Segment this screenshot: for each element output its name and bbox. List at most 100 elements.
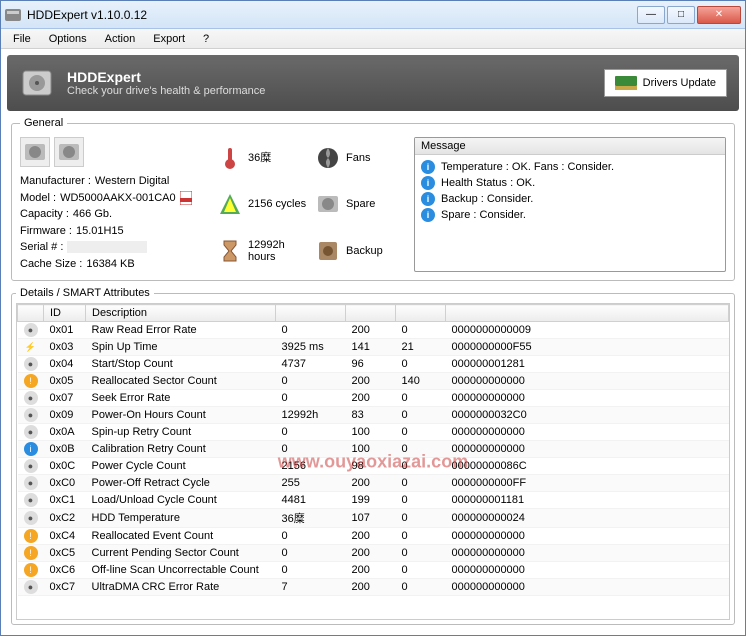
table-row[interactable]: ●0x07Seek Error Rate02000000000000000 (18, 390, 729, 407)
cell-desc: Start/Stop Count (86, 356, 276, 373)
cell-id: 0x07 (44, 390, 86, 407)
menu-action[interactable]: Action (97, 31, 144, 47)
maximize-button[interactable]: □ (667, 6, 695, 24)
cell-v4: 000000000024 (446, 509, 729, 528)
cell-v1: 36糜 (276, 509, 346, 528)
app-window: HDDExpert v1.10.0.12 — □ ✕ File Options … (0, 0, 746, 636)
message-row: iHealth Status : OK. (421, 175, 719, 191)
col-v3[interactable] (396, 305, 446, 322)
serial-label: Serial # : (20, 239, 63, 256)
cell-v4: 000000001181 (446, 492, 729, 509)
drivers-update-label: Drivers Update (643, 77, 716, 89)
smart-table-scroll[interactable]: www.ouyaoxiazai.com ID Description (16, 303, 730, 620)
cell-desc: Reallocated Event Count (86, 528, 276, 545)
drive-button-1[interactable] (20, 137, 50, 167)
cell-id: 0x03 (44, 339, 86, 356)
messages-panel: Message iTemperature : OK. Fans : Consid… (414, 137, 726, 272)
cell-id: 0x09 (44, 407, 86, 424)
status-icon: ● (24, 580, 38, 594)
table-row[interactable]: ●0xC2HDD Temperature36糜1070000000000024 (18, 509, 729, 528)
table-row[interactable]: ●0xC7UltraDMA CRC Error Rate720000000000… (18, 579, 729, 596)
table-row[interactable]: !0xC5Current Pending Sector Count0200000… (18, 545, 729, 562)
drive-button-2[interactable] (54, 137, 84, 167)
close-button[interactable]: ✕ (697, 6, 741, 24)
info-icon: i (421, 160, 435, 174)
titlebar[interactable]: HDDExpert v1.10.0.12 — □ ✕ (1, 1, 745, 29)
table-row[interactable]: ⚡0x03Spin Up Time3925 ms141210000000000F… (18, 339, 729, 356)
status-icon: ⚡ (24, 340, 38, 354)
col-v1[interactable] (276, 305, 346, 322)
banner-subtitle: Check your drive's health & performance (67, 85, 265, 97)
cell-v1: 7 (276, 579, 346, 596)
menu-export[interactable]: Export (145, 31, 193, 47)
cell-v2: 100 (346, 441, 396, 458)
table-row[interactable]: ●0x09Power-On Hours Count12992h830000000… (18, 407, 729, 424)
cell-desc: Spin Up Time (86, 339, 276, 356)
table-row[interactable]: !0x05Reallocated Sector Count02001400000… (18, 373, 729, 390)
cell-v3: 0 (396, 579, 446, 596)
cell-id: 0xC1 (44, 492, 86, 509)
cell-v2: 200 (346, 390, 396, 407)
cell-id: 0x0A (44, 424, 86, 441)
table-row[interactable]: i0x0BCalibration Retry Count010000000000… (18, 441, 729, 458)
col-v2[interactable] (346, 305, 396, 322)
cell-id: 0xC6 (44, 562, 86, 579)
cell-v4: 000000000000 (446, 441, 729, 458)
cell-v2: 100 (346, 424, 396, 441)
banner: HDDExpert Check your drive's health & pe… (7, 55, 739, 111)
manufacturer-label: Manufacturer : (20, 173, 91, 190)
cell-v2: 98 (346, 458, 396, 475)
cell-v2: 200 (346, 579, 396, 596)
message-text: Health Status : OK. (441, 177, 535, 189)
status-icon: ● (24, 493, 38, 507)
table-row[interactable]: !0xC6Off-line Scan Uncorrectable Count02… (18, 562, 729, 579)
table-row[interactable]: ●0xC0Power-Off Retract Cycle255200000000… (18, 475, 729, 492)
serial-value (67, 241, 147, 253)
table-row[interactable]: ●0x01Raw Read Error Rate0200000000000000… (18, 322, 729, 339)
cell-v4: 0000000032C0 (446, 407, 729, 424)
cell-id: 0xC2 (44, 509, 86, 528)
col-id[interactable]: ID (44, 305, 86, 322)
table-row[interactable]: ●0x0CPower Cycle Count215698000000000086… (18, 458, 729, 475)
status-icon: ● (24, 425, 38, 439)
cell-v4: 0000000000F55 (446, 339, 729, 356)
general-legend: General (20, 117, 67, 129)
cell-desc: Load/Unload Cycle Count (86, 492, 276, 509)
cell-v2: 200 (346, 545, 396, 562)
col-v4[interactable] (446, 305, 729, 322)
cell-v3: 0 (396, 441, 446, 458)
table-row[interactable]: !0xC4Reallocated Event Count020000000000… (18, 528, 729, 545)
status-icon: ● (24, 391, 38, 405)
cell-v1: 0 (276, 441, 346, 458)
cache-label: Cache Size : (20, 256, 82, 273)
status-icon: i (24, 442, 38, 456)
cell-v4: 000000000000 (446, 424, 729, 441)
cell-desc: Power-Off Retract Cycle (86, 475, 276, 492)
menu-options[interactable]: Options (41, 31, 95, 47)
details-panel: Details / SMART Attributes www.ouyaoxiaz… (11, 287, 735, 625)
menu-help[interactable]: ? (195, 31, 217, 47)
cell-v1: 2156 (276, 458, 346, 475)
cell-v2: 107 (346, 509, 396, 528)
col-description[interactable]: Description (86, 305, 276, 322)
cell-desc: Seek Error Rate (86, 390, 276, 407)
fan-icon (316, 146, 340, 170)
cycles-icon (218, 192, 242, 216)
cell-v1: 0 (276, 424, 346, 441)
drivers-update-button[interactable]: Drivers Update (604, 69, 727, 97)
cell-v4: 00000000086C (446, 458, 729, 475)
minimize-button[interactable]: — (637, 6, 665, 24)
message-row: i Temperature : OK. Fans : Consider. (421, 159, 719, 175)
table-row[interactable]: ●0x04Start/Stop Count4737960000000001281 (18, 356, 729, 373)
cell-v1: 4737 (276, 356, 346, 373)
message-text: Temperature : OK. Fans : Consider. (441, 161, 614, 173)
cell-v1: 0 (276, 545, 346, 562)
pdf-icon[interactable] (180, 191, 192, 205)
cell-v4: 000000000000 (446, 562, 729, 579)
model-value: WD5000AAKX-001CA0 (60, 190, 176, 207)
status-icon: ! (24, 529, 38, 543)
menu-file[interactable]: File (5, 31, 39, 47)
table-row[interactable]: ●0x0ASpin-up Retry Count0100000000000000… (18, 424, 729, 441)
table-row[interactable]: ●0xC1Load/Unload Cycle Count448119900000… (18, 492, 729, 509)
status-icon: ● (24, 511, 38, 525)
